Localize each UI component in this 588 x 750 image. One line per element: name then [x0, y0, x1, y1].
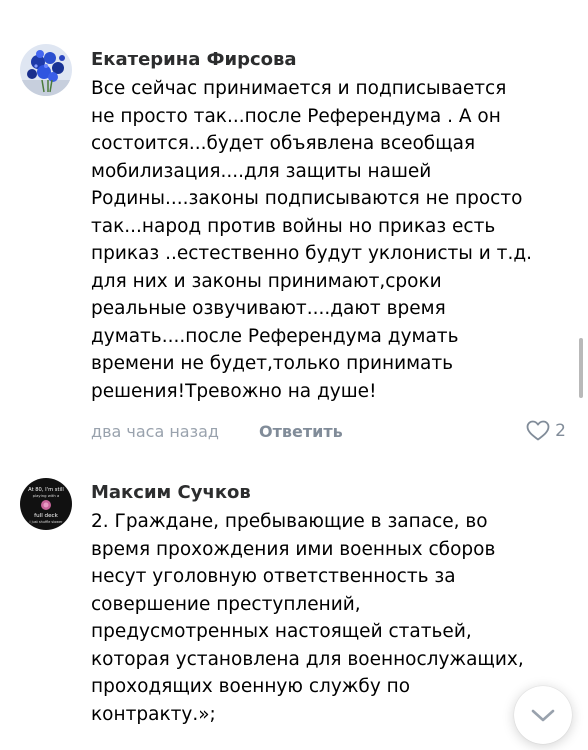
scrollbar[interactable] [579, 338, 583, 398]
comment-text: 2. Граждане, пребывающие в запасе, во вр… [91, 508, 566, 728]
dark-circle-avatar-icon: At 80, I'm still playing with a full dec… [20, 478, 72, 530]
comment-text-line: реальные озвучивают....дают время [91, 298, 446, 319]
comment-text-line: которая установлена для военнослужащих, [91, 648, 524, 670]
chevron-down-icon [531, 709, 555, 722]
avatar-text: I just shuffle slower [30, 520, 63, 524]
comment-text-line: предусмотренных настоящей статьей, [91, 621, 472, 642]
avatar[interactable]: At 80, I'm still playing with a full dec… [20, 478, 72, 530]
comment-text-line: не просто так...после Референдума . А он [91, 105, 501, 127]
comment-author[interactable]: Екатерина Фирсова [91, 49, 297, 70]
comment-text-line: думать....после Референдума думать [91, 325, 459, 347]
comment-text-line: Все сейчас принимается и подписывается [91, 78, 507, 99]
comment-timestamp[interactable]: два часа назад [91, 422, 219, 441]
comment-text-line: приказ ..естественно будут уклонисты и т… [91, 243, 532, 264]
comment-text-line: так...народ против войны но приказ есть [91, 215, 496, 237]
comment-text-line: мобилизация....для защиты нашей [91, 160, 432, 182]
scroll-down-button[interactable] [514, 686, 572, 744]
flower-bouquet-avatar-icon [20, 44, 72, 96]
comment-author[interactable]: Максим Сучков [91, 482, 251, 503]
avatar-text: playing with a [33, 493, 60, 498]
like-count: 2 [555, 420, 566, 441]
heart-icon [526, 420, 550, 441]
comment-text-line: для них и законы принимают,сроки [91, 270, 442, 292]
comment-text-line: решения!Тревожно на душе! [91, 380, 377, 402]
like-button[interactable]: 2 [526, 420, 566, 441]
comment-text-line: состоится...будет объявлена всеобщая [91, 133, 476, 154]
comment-text-line: проходящих военную службу по [91, 676, 411, 697]
comment-text-line: контракту.»; [91, 703, 216, 725]
avatar-text: full deck [34, 513, 58, 519]
comment-text-line: времени не будет,только принимать [91, 353, 454, 374]
comment-text: Все сейчас принимается и подписывается н… [91, 75, 566, 405]
comment-text-line: несут уголовную ответственность за [91, 566, 456, 587]
comment-text-line: Родины....законы подписываются не просто [91, 188, 523, 209]
comment-text-line: время прохождения ими военных сборов [91, 538, 496, 560]
comment-text-line: совершение преступлений, [91, 593, 361, 615]
avatar[interactable] [20, 44, 72, 96]
reply-button[interactable]: Ответить [259, 422, 343, 441]
comment-text-line: 2. Граждане, пребывающие в запасе, во [91, 511, 488, 532]
